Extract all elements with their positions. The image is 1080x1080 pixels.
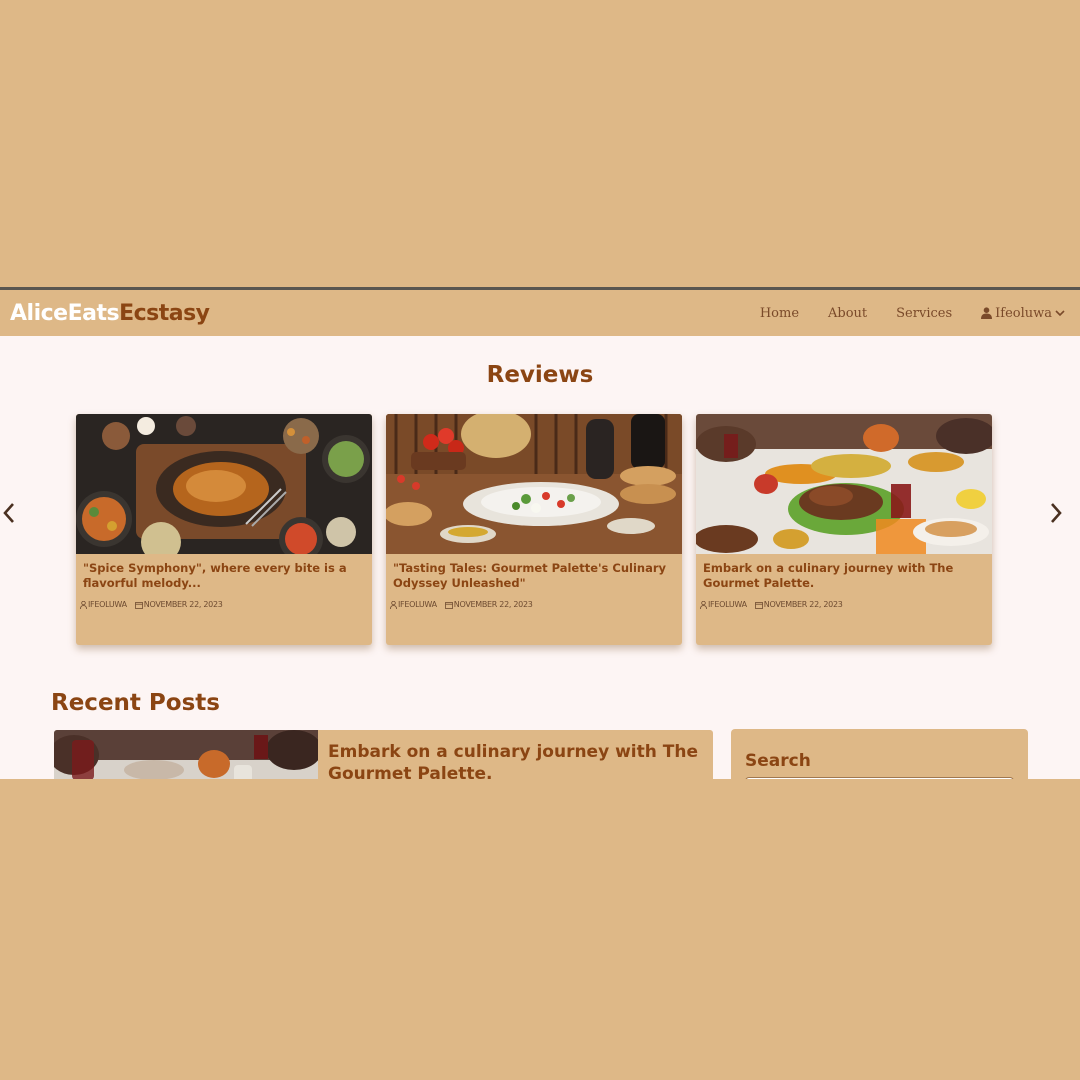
user-icon xyxy=(981,307,993,319)
calendar-icon xyxy=(134,601,143,609)
review-image xyxy=(76,414,372,554)
search-input[interactable] xyxy=(745,777,1014,779)
recent-posts-title: Recent Posts xyxy=(51,690,220,716)
nav-link-about[interactable]: About xyxy=(828,306,867,321)
review-date: NOVEMBER 22, 2023 xyxy=(453,600,533,609)
review-date: NOVEMBER 22, 2023 xyxy=(763,600,843,609)
search-label: Search xyxy=(745,751,811,771)
carousel-next-button[interactable] xyxy=(1049,502,1063,528)
brand-part-1: AliceEats xyxy=(10,300,120,326)
user-icon xyxy=(700,600,707,609)
review-date: NOVEMBER 22, 2023 xyxy=(143,600,223,609)
user-name: Ifeoluwa xyxy=(995,305,1052,321)
chevron-left-icon xyxy=(3,503,14,523)
review-meta: IFEOLUWA NOVEMBER 22, 2023 xyxy=(76,600,372,609)
brand-part-2: Ecstasy xyxy=(119,300,210,326)
navbar: AliceEatsEcstasy Home About Services Ife… xyxy=(0,290,1080,336)
nav-link-services[interactable]: Services xyxy=(896,306,952,321)
review-title: "Tasting Tales: Gourmet Palette's Culina… xyxy=(393,561,667,590)
review-card[interactable]: "Spice Symphony", where every bite is a … xyxy=(76,414,372,645)
search-widget: Search xyxy=(731,729,1028,779)
review-card[interactable]: "Tasting Tales: Gourmet Palette's Culina… xyxy=(386,414,682,645)
review-author: IFEOLUWA xyxy=(708,600,747,609)
reviews-carousel: "Spice Symphony", where every bite is a … xyxy=(76,414,992,645)
user-icon xyxy=(390,600,397,609)
review-image xyxy=(386,414,682,554)
recent-post-card[interactable]: Embark on a culinary journey with The Go… xyxy=(54,730,713,779)
review-author: IFEOLUWA xyxy=(88,600,127,609)
site-viewport: AliceEatsEcstasy Home About Services Ife… xyxy=(0,287,1080,779)
post-title: Embark on a culinary journey with The Go… xyxy=(328,742,698,779)
nav-link-home[interactable]: Home xyxy=(760,306,799,321)
review-title: Embark on a culinary journey with The Go… xyxy=(703,561,954,590)
user-menu[interactable]: Ifeoluwa xyxy=(981,306,1068,321)
chevron-down-icon xyxy=(1055,309,1065,316)
review-meta: IFEOLUWA NOVEMBER 22, 2023 xyxy=(696,600,992,609)
post-image xyxy=(54,730,318,779)
review-card[interactable]: Embark on a culinary journey with The Go… xyxy=(696,414,992,645)
calendar-icon xyxy=(754,601,763,609)
nav-links: Home About Services Ifeoluwa xyxy=(731,306,1068,321)
brand-logo[interactable]: AliceEatsEcstasy xyxy=(10,301,210,326)
user-icon xyxy=(80,600,87,609)
review-author: IFEOLUWA xyxy=(398,600,437,609)
review-meta: IFEOLUWA NOVEMBER 22, 2023 xyxy=(386,600,682,609)
review-image xyxy=(696,414,992,554)
chevron-right-icon xyxy=(1051,503,1062,523)
reviews-title: Reviews xyxy=(486,362,594,388)
carousel-prev-button[interactable] xyxy=(2,502,16,528)
review-title: "Spice Symphony", where every bite is a … xyxy=(83,561,347,590)
calendar-icon xyxy=(444,601,453,609)
